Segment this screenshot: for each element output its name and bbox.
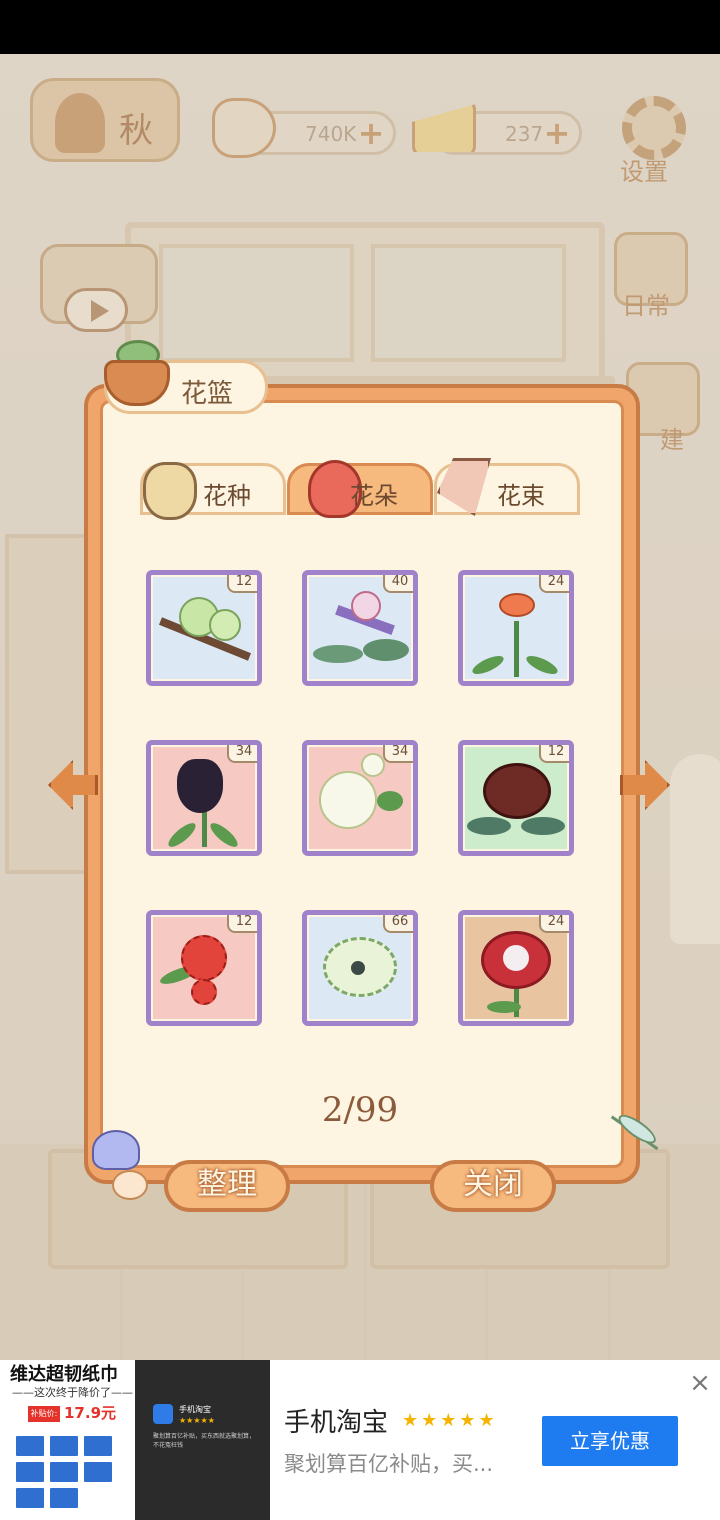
tab-bouquets[interactable]: 花束 — [434, 458, 580, 516]
flower-grid: 12 40 24 34 34 12 12 66 24 — [146, 570, 578, 1030]
tissue-pack — [82, 1434, 114, 1458]
flower-item-red-spider-lily[interactable]: 12 — [146, 910, 262, 1026]
diary-label: 日常 — [622, 292, 670, 320]
flower-item-red-columbine[interactable]: 24 — [458, 910, 574, 1026]
leaf — [524, 652, 560, 678]
play-video-button[interactable] — [64, 288, 128, 332]
ad-price: 17.9元 — [64, 1404, 117, 1422]
flower-center — [503, 945, 529, 971]
blossom — [499, 593, 535, 617]
flower-item-white-morning-glory[interactable]: 34 — [302, 740, 418, 856]
add-fish-button[interactable]: + — [355, 117, 387, 150]
close-dialog-button[interactable]: 关闭 — [430, 1160, 556, 1212]
tree-icon — [55, 93, 105, 153]
leaf — [470, 652, 506, 678]
tissue-pack — [82, 1460, 114, 1484]
leaf — [207, 819, 241, 851]
item-count: 34 — [383, 745, 413, 763]
tissue-pack — [14, 1486, 46, 1510]
category-tabs: 花种 花朵 花束 — [140, 445, 580, 520]
flower-item-green-plum-blossom[interactable]: 12 — [146, 570, 262, 686]
item-count: 34 — [227, 745, 257, 763]
build-label: 建 — [660, 426, 684, 454]
ad-image-headline: 维达超韧纸巾 — [10, 1364, 118, 1385]
flower-item-dark-red-peony[interactable]: 12 — [458, 740, 574, 856]
seed-bag-icon — [143, 462, 197, 520]
page-indicator: 2/99 — [321, 1090, 399, 1130]
ad-close-icon[interactable]: × — [686, 1370, 714, 1398]
flower-item-white-chrysanthemum[interactable]: 66 — [302, 910, 418, 1026]
item-count: 12 — [539, 745, 569, 763]
ad-app-card: 手机淘宝 ★★★★★ 聚划算百亿补贴，买东西就选聚划算，不花冤枉钱 — [147, 1400, 262, 1460]
leaf — [313, 645, 363, 663]
flower-item-orange-carnation[interactable]: 24 — [458, 570, 574, 686]
fish-count: 740K — [305, 122, 357, 146]
ad-cta-button[interactable]: 立享优惠 — [542, 1416, 678, 1466]
blossom — [209, 609, 241, 641]
item-count: 66 — [383, 915, 413, 933]
ad-price-tag: 补贴价: — [28, 1406, 60, 1422]
taobao-app-icon — [153, 1404, 173, 1424]
ad-rating-stars: ★★★★★ — [402, 1410, 498, 1431]
butterfly-icon — [92, 1130, 140, 1170]
bouquet-icon — [437, 458, 491, 516]
tab-label: 花束 — [497, 482, 545, 510]
settings-gear-icon[interactable] — [622, 96, 686, 160]
ad-app-card-image[interactable]: 手机淘宝 ★★★★★ 聚划算百亿补贴，买东西就选聚划算，不花冤枉钱 — [135, 1360, 270, 1520]
settings-label: 设置 — [620, 158, 668, 186]
tab-label: 花朵 — [350, 482, 398, 510]
season-label: 秋 — [119, 111, 153, 151]
blossom — [191, 979, 217, 1005]
tissue-pack — [14, 1434, 46, 1458]
tab-label: 花种 — [203, 482, 251, 510]
tab-flowers[interactable]: 花朵 — [287, 460, 433, 518]
blossom — [181, 935, 227, 981]
leaf — [467, 817, 511, 835]
flower-item-bird-of-paradise[interactable]: 40 — [302, 570, 418, 686]
basket-body — [104, 360, 170, 406]
item-count: 40 — [383, 575, 413, 593]
organize-button[interactable]: 整理 — [164, 1160, 290, 1212]
leaf — [363, 639, 409, 661]
ad-card-description: 聚划算百亿补贴，买东西就选聚划算，不花冤枉钱 — [153, 1433, 256, 1449]
item-count: 12 — [227, 915, 257, 933]
leaf — [487, 1001, 521, 1013]
leaf — [165, 819, 199, 851]
leaf — [521, 817, 565, 835]
stem — [514, 621, 519, 677]
tissue-pack — [14, 1460, 46, 1484]
fish-bone-icon — [212, 98, 276, 158]
flower-basket-icon — [102, 332, 172, 408]
item-count: 12 — [227, 575, 257, 593]
ad-card-app-name: 手机淘宝 — [179, 1405, 211, 1414]
item-count: 24 — [539, 915, 569, 933]
ad-app-name: 手机淘宝 — [284, 1408, 389, 1438]
cheese-count: 237 — [505, 122, 544, 146]
leaf — [377, 791, 403, 811]
butterfly-icon — [112, 1170, 148, 1200]
tissue-pack — [48, 1434, 80, 1458]
blossom — [483, 763, 551, 819]
ad-banner[interactable]: 维达超韧纸巾 ——这次终于降价了—— 补贴价: 17.9元 手机淘宝 ★★★★★… — [0, 1360, 720, 1520]
season-badge[interactable]: 秋 — [30, 78, 180, 162]
bud — [361, 753, 385, 777]
tab-seeds[interactable]: 花种 — [140, 462, 286, 520]
tissue-pack — [48, 1460, 80, 1484]
blossom — [319, 771, 377, 829]
add-cheese-button[interactable]: + — [541, 117, 573, 150]
ad-card-stars: ★★★★★ — [179, 1416, 215, 1425]
flower-item-black-tulip[interactable]: 34 — [146, 740, 262, 856]
blossom — [351, 591, 381, 621]
tissue-pack — [48, 1486, 80, 1510]
dialog-title: 花篮 — [181, 379, 234, 409]
ad-description: 聚划算百亿补贴，买... — [284, 1452, 494, 1476]
status-bar — [0, 0, 720, 54]
ad-product-image[interactable]: 维达超韧纸巾 ——这次终于降价了—— 补贴价: 17.9元 — [0, 1360, 135, 1520]
flower-center — [351, 961, 365, 975]
blossom — [177, 759, 223, 813]
ad-image-subline: ——这次终于降价了—— — [12, 1386, 133, 1399]
item-count: 24 — [539, 575, 569, 593]
